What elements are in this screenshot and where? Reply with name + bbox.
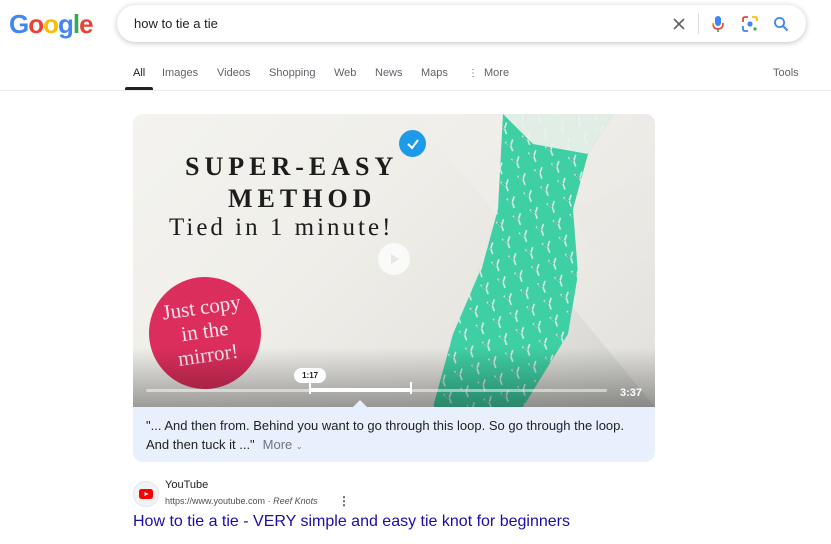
tab-more[interactable]: ⋮ More xyxy=(468,67,509,79)
microphone-icon[interactable] xyxy=(706,12,730,36)
url-separator: · xyxy=(267,496,271,506)
search-box[interactable]: how to tie a tie xyxy=(117,5,806,42)
video-card[interactable]: SUPER-EASY METHOD Tied in 1 minute! Just… xyxy=(133,114,655,462)
active-tab-indicator xyxy=(125,87,153,90)
more-options-icon[interactable]: ⋮ xyxy=(338,494,350,508)
tab-all[interactable]: All xyxy=(133,67,145,79)
logo-letter: G xyxy=(9,9,29,39)
logo-letter: o xyxy=(28,9,44,39)
search-tabs: All Images Videos Shopping Web News Maps… xyxy=(0,58,831,91)
url-text: https://www.youtube.com xyxy=(165,496,266,506)
tab-images[interactable]: Images xyxy=(162,67,198,79)
segment-start-marker xyxy=(309,382,312,394)
transcript-snippet: "... And then from. Behind you want to g… xyxy=(146,416,646,456)
chevron-down-icon: ⌄ xyxy=(295,442,303,451)
search-divider xyxy=(698,13,699,34)
camera-lens-icon[interactable] xyxy=(738,12,762,36)
youtube-favicon xyxy=(133,481,159,507)
key-moment-time: 1:17 xyxy=(294,368,327,383)
transcript-text: "... And then from. Behind you want to g… xyxy=(146,418,624,452)
tab-news[interactable]: News xyxy=(375,67,403,79)
logo-letter: o xyxy=(43,9,59,39)
thumbnail-title-line3: Tied in 1 minute! xyxy=(169,214,394,241)
tab-videos[interactable]: Videos xyxy=(217,67,250,79)
play-button[interactable] xyxy=(378,243,410,275)
video-duration: 3:37 xyxy=(620,387,643,399)
search-input[interactable]: how to tie a tie xyxy=(134,16,218,31)
google-logo[interactable]: Google xyxy=(9,9,94,40)
header: Google how to tie a tie xyxy=(0,0,831,58)
tab-shopping[interactable]: Shopping xyxy=(269,67,316,79)
transcript-pointer xyxy=(352,400,368,408)
thumbnail-title-line2: METHOD xyxy=(228,184,377,213)
vertical-dots-icon: ⋮ xyxy=(468,68,478,79)
thumbnail-title-line1: SUPER-EASY xyxy=(185,152,399,181)
close-icon[interactable] xyxy=(667,12,691,36)
key-moment-segment[interactable] xyxy=(310,388,412,392)
site-url[interactable]: https://www.youtube.com · Reef Knots xyxy=(165,496,318,506)
tools-button[interactable]: Tools xyxy=(773,67,799,79)
channel-name: Reef Knots xyxy=(273,496,318,506)
verified-check-icon xyxy=(399,130,426,157)
thumbnail-gradient xyxy=(133,347,655,407)
logo-letter: e xyxy=(79,9,94,39)
video-thumbnail[interactable]: SUPER-EASY METHOD Tied in 1 minute! Just… xyxy=(133,114,655,407)
tab-web[interactable]: Web xyxy=(334,67,356,79)
logo-letter: g xyxy=(58,9,74,39)
search-icon[interactable] xyxy=(769,12,793,36)
tab-maps[interactable]: Maps xyxy=(421,67,448,79)
result-title-link[interactable]: How to tie a tie - VERY simple and easy … xyxy=(133,513,570,531)
site-name: YouTube xyxy=(165,479,209,491)
segment-end-marker xyxy=(410,382,413,394)
more-button[interactable]: More ⌄ xyxy=(263,437,303,452)
tab-more-label: More xyxy=(484,67,510,79)
more-label: More xyxy=(262,437,293,452)
